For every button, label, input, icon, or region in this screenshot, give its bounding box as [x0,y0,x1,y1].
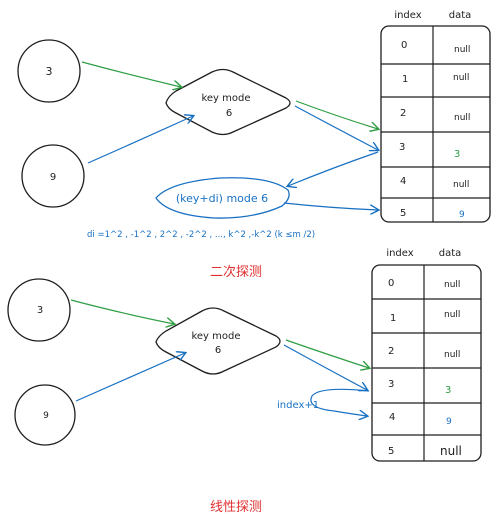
key-node-9: 9 [14,384,76,446]
table-row-data: null [454,113,470,123]
key-node-9-label: 9 [50,172,56,183]
table-row-data: null [454,45,470,55]
table-row-data: null [440,444,462,458]
hash-function-modulus: 6 [215,345,221,356]
probe-function-node: (key+di) mode 6 [155,177,290,219]
arrow-probe-to-index5 [283,202,378,210]
table-row-index: 5 [400,208,406,219]
table-row-data: null [453,180,469,190]
index-column-header: index [394,10,421,21]
hash-function-label: key mode [191,331,240,342]
table-row-index: 4 [400,176,406,187]
di-sequence-formula: di =1^2 , -1^2 , 2^2 , -2^2 , ..., k^2 ,… [87,230,315,240]
table-row-data: 9 [446,417,452,427]
key-node-3-label: 3 [37,305,43,316]
hash-function-node: key mode 6 [155,307,281,375]
arrow-hash-to-index3-collision [294,105,378,150]
quadratic-probing-section: 3 9 key mode 6 (key+di) mode 6 di =1^2 ,… [17,10,491,280]
arrow-hash-to-index3-collision [283,344,367,390]
key-node-3-label: 3 [46,65,53,78]
table-row-data: null [444,310,460,320]
table-row-index: 1 [402,74,408,85]
table-row-index: 1 [390,313,396,324]
hash-table: index data 0 null 1 null 2 null 3 3 4 9 … [371,248,482,462]
arrow-key3-to-hash [81,61,181,87]
hashing-diagram: 3 9 key mode 6 (key+di) mode 6 di =1^2 ,… [7,10,491,515]
table-row-index: 0 [388,278,394,289]
probe-function-label: (key+di) mode 6 [176,192,268,205]
section-caption: 二次探测 [210,264,262,280]
table-row-index: 4 [389,412,395,423]
table-row-data: null [444,350,460,360]
arrow-index3-to-index4 [310,388,369,416]
hash-function-modulus: 6 [226,108,232,119]
table-row-data: null [453,73,469,83]
table-row-data: 3 [454,149,460,160]
hash-table: index data 0 null 1 null 2 null 3 3 4 nu… [380,10,491,223]
key-node-3: 3 [17,39,81,103]
table-row-index: 3 [388,379,394,390]
arrow-index3-to-probe [288,151,379,186]
section-caption: 线性探测 [210,500,262,515]
table-row-index: 2 [400,108,406,119]
data-column-header: data [449,10,472,21]
arrow-hash-to-index3 [295,100,378,129]
table-row-data: null [444,280,460,290]
arrow-hash-to-index3 [285,339,369,368]
key-node-9-label: 9 [43,411,49,421]
key-node-3: 3 [7,278,71,342]
data-column-header: data [439,248,462,259]
hash-function-label: key mode [201,93,250,104]
hash-function-node: key mode 6 [165,68,291,136]
table-row-index: 2 [388,346,394,357]
key-node-9: 9 [21,144,85,208]
index-column-header: index [386,248,413,259]
table-row-index: 3 [399,142,405,153]
table-row-data: 3 [445,385,451,396]
arrow-key3-to-hash [70,299,174,324]
table-row-data: 9 [459,210,465,220]
arrow-key9-to-hash [87,116,193,164]
table-row-index: 0 [401,40,407,51]
linear-probe-label: index+1 [277,400,319,411]
arrow-key9-to-hash [75,353,185,402]
table-row-index: 5 [388,446,394,457]
linear-probing-section: 3 9 key mode 6 index+1 线性探测 index data 0… [7,248,482,515]
